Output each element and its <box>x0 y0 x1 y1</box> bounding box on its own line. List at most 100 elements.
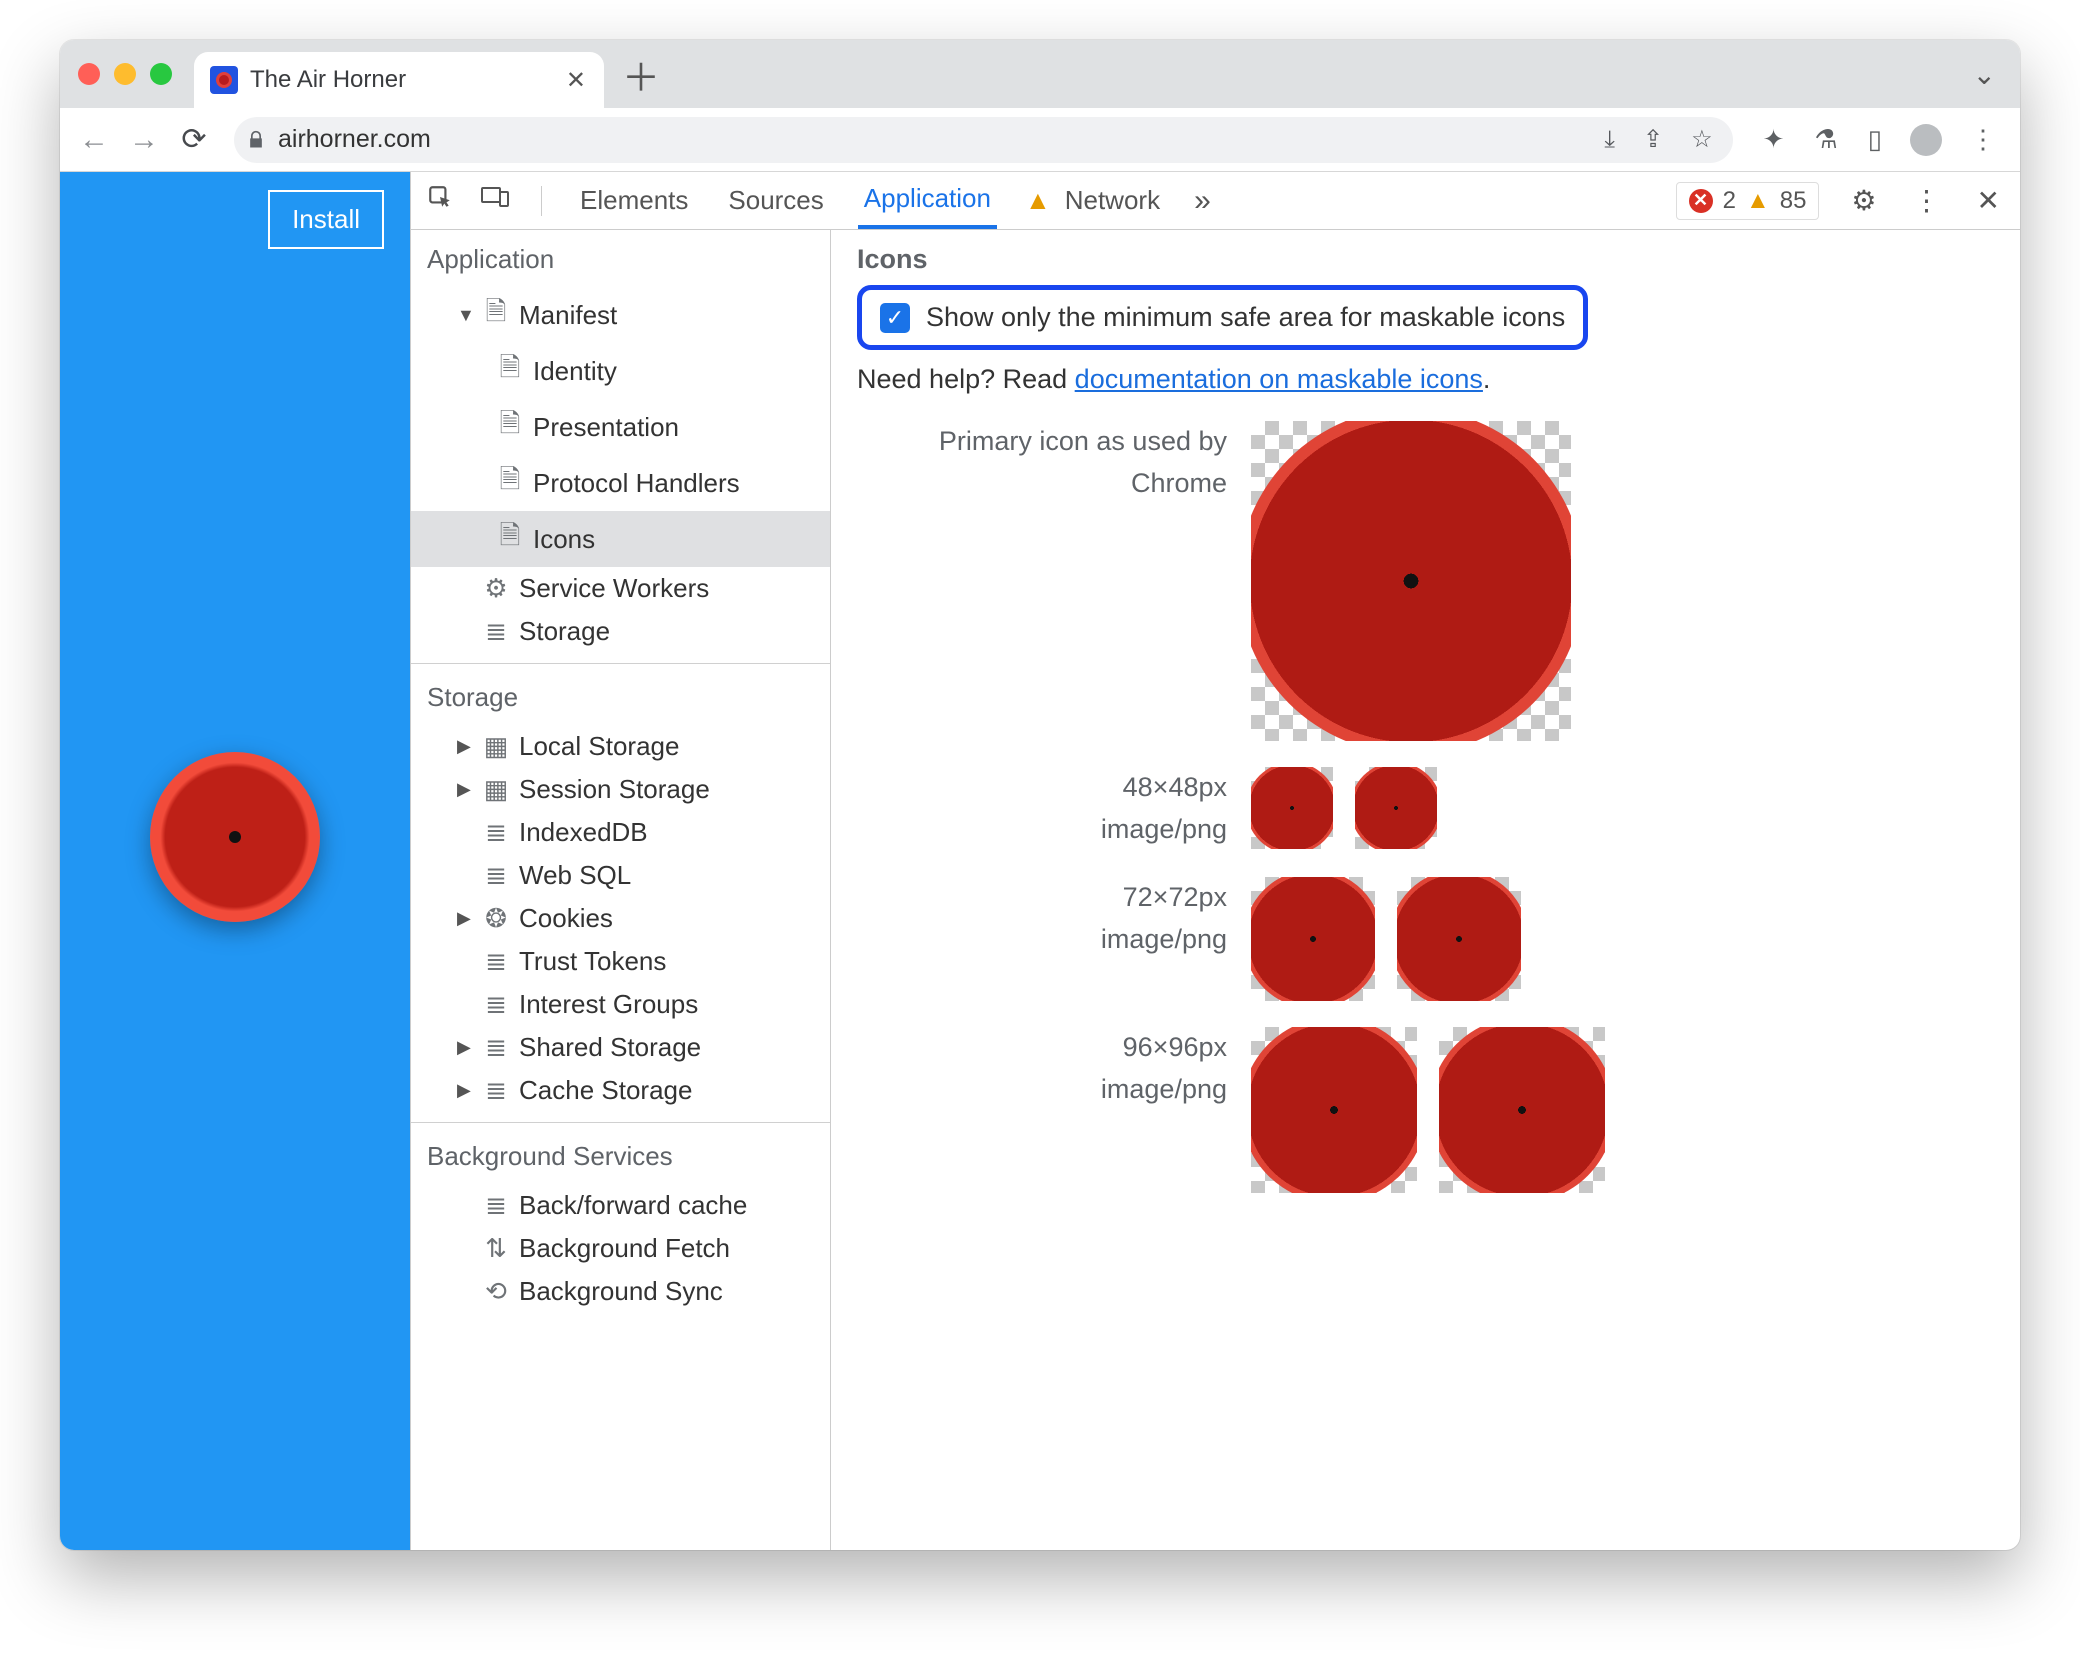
icon-size-row: 96×96pximage/png <box>857 1027 1994 1193</box>
airhorn-button[interactable] <box>150 752 320 922</box>
sidebar-item-web-sql[interactable]: ≣Web SQL <box>411 854 830 897</box>
sidebar-item-identity[interactable]: 🗎Identity <box>411 343 830 399</box>
application-sidebar: Application ▼🗎Manifest 🗎Identity 🗎Presen… <box>411 230 831 1550</box>
warning-icon: ▲ <box>1025 185 1051 216</box>
table-icon: ▦ <box>483 774 509 805</box>
checkbox-checked-icon[interactable]: ✓ <box>880 303 910 333</box>
sidebar-item-background-sync[interactable]: ⟲Background Sync <box>411 1270 830 1313</box>
sidebar-item-local-storage[interactable]: ▶▦Local Storage <box>411 725 830 768</box>
device-toolbar-icon[interactable] <box>481 184 509 217</box>
file-icon: 🗎 <box>497 461 523 505</box>
profile-avatar[interactable] <box>1910 124 1942 156</box>
checkbox-label: Show only the minimum safe area for mask… <box>926 302 1565 333</box>
icon-preview <box>1251 767 1333 849</box>
reload-button[interactable]: ⟳ <box>174 122 214 157</box>
devtools-menu-icon[interactable]: ⋮ <box>1909 184 1945 217</box>
cookie-icon: ❂ <box>483 903 509 934</box>
sidebar-item-cookies[interactable]: ▶❂Cookies <box>411 897 830 940</box>
file-icon: 🗎 <box>497 349 523 393</box>
gear-icon: ⚙ <box>483 573 509 604</box>
file-icon: 🗎 <box>497 405 523 449</box>
sidebar-header-storage: Storage <box>411 668 830 725</box>
transfer-icon: ⇅ <box>483 1233 509 1264</box>
labs-icon[interactable]: ⚗ <box>1804 124 1847 155</box>
favicon-icon <box>210 66 238 94</box>
forward-button[interactable]: → <box>124 123 164 157</box>
new-tab-button[interactable]: ＋ <box>622 47 660 102</box>
install-button[interactable]: Install <box>268 190 384 249</box>
error-icon: ✕ <box>1689 189 1713 213</box>
install-app-icon[interactable]: ⤓ <box>1596 126 1623 154</box>
icon-size-row: 72×72pximage/png <box>857 877 1994 1001</box>
tab-application[interactable]: Application <box>858 172 997 229</box>
error-count: 2 <box>1723 187 1736 215</box>
tab-list-button[interactable]: ⌄ <box>1973 58 1996 91</box>
inspect-icon[interactable] <box>427 184 453 217</box>
sidebar-item-interest-groups[interactable]: ≣Interest Groups <box>411 983 830 1026</box>
sidebar-item-session-storage[interactable]: ▶▦Session Storage <box>411 768 830 811</box>
file-icon: 🗎 <box>483 293 509 337</box>
warning-count: 85 <box>1780 187 1807 215</box>
page-content: Install <box>60 172 410 1550</box>
back-button[interactable]: ← <box>74 123 114 157</box>
icon-preview <box>1251 877 1375 1001</box>
help-link[interactable]: documentation on maskable icons <box>1075 364 1483 394</box>
database-icon: ≣ <box>483 1190 509 1221</box>
sidebar-item-storage[interactable]: ≣Storage <box>411 610 830 653</box>
window-traffic-lights <box>78 63 172 85</box>
tab-network[interactable]: Network <box>1059 174 1166 227</box>
icon-preview <box>1439 1027 1605 1193</box>
database-icon: ≣ <box>483 946 509 977</box>
zoom-window-button[interactable] <box>150 63 172 85</box>
devtools-tab-strip: Elements Sources Application ▲ Network »… <box>411 172 2020 230</box>
sidebar-item-indexeddb[interactable]: ≣IndexedDB <box>411 811 830 854</box>
database-icon: ≣ <box>483 616 509 647</box>
toolbar: ← → ⟳ airhorner.com ⤓ ⇪ ☆ ✦ ⚗ ▯ ⋮ <box>60 108 2020 172</box>
database-icon: ≣ <box>483 817 509 848</box>
sidebar-item-manifest[interactable]: ▼🗎Manifest <box>411 287 830 343</box>
warn-icon: ▲ <box>1746 187 1770 215</box>
bookmark-icon[interactable]: ☆ <box>1683 125 1721 154</box>
icons-panel: Icons ✓ Show only the minimum safe area … <box>831 230 2020 1550</box>
close-window-button[interactable] <box>78 63 100 85</box>
database-icon: ≣ <box>483 1032 509 1063</box>
sidebar-item-bfcache[interactable]: ≣Back/forward cache <box>411 1184 830 1227</box>
primary-icon-row: Primary icon as used by Chrome <box>857 421 1994 741</box>
tab-elements[interactable]: Elements <box>574 174 694 227</box>
more-tabs-icon[interactable]: » <box>1194 184 1211 218</box>
browser-tab[interactable]: The Air Horner ✕ <box>194 52 604 108</box>
chrome-menu-icon[interactable]: ⋮ <box>1960 124 2006 155</box>
side-panel-icon[interactable]: ▯ <box>1858 124 1892 155</box>
file-icon: 🗎 <box>497 517 523 561</box>
close-tab-icon[interactable]: ✕ <box>566 66 586 95</box>
sidebar-item-trust-tokens[interactable]: ≣Trust Tokens <box>411 940 830 983</box>
icon-size-row: 48×48pximage/png <box>857 767 1994 851</box>
table-icon: ▦ <box>483 731 509 762</box>
icon-preview <box>1251 421 1571 741</box>
sync-icon: ⟲ <box>483 1276 509 1307</box>
database-icon: ≣ <box>483 989 509 1020</box>
url-text: airhorner.com <box>278 125 431 154</box>
sidebar-item-shared-storage[interactable]: ▶≣Shared Storage <box>411 1026 830 1069</box>
share-icon[interactable]: ⇪ <box>1635 125 1671 154</box>
sidebar-item-presentation[interactable]: 🗎Presentation <box>411 399 830 455</box>
sidebar-header-application: Application <box>411 230 830 287</box>
minimize-window-button[interactable] <box>114 63 136 85</box>
extensions-icon[interactable]: ✦ <box>1753 124 1795 155</box>
address-bar[interactable]: airhorner.com ⤓ ⇪ ☆ <box>234 117 1733 163</box>
issues-badge[interactable]: ✕ 2 ▲ 85 <box>1676 182 1820 220</box>
lock-icon[interactable] <box>246 128 266 152</box>
sidebar-item-icons[interactable]: 🗎Icons <box>411 511 830 567</box>
maskable-checkbox-row[interactable]: ✓ Show only the minimum safe area for ma… <box>857 285 1588 350</box>
sidebar-item-protocol-handlers[interactable]: 🗎Protocol Handlers <box>411 455 830 511</box>
close-devtools-icon[interactable]: ✕ <box>1973 184 2004 217</box>
sidebar-item-background-fetch[interactable]: ⇅Background Fetch <box>411 1227 830 1270</box>
panel-title: Icons <box>857 244 1994 275</box>
sidebar-item-service-workers[interactable]: ⚙Service Workers <box>411 567 830 610</box>
settings-icon[interactable]: ⚙ <box>1847 184 1880 217</box>
tab-sources[interactable]: Sources <box>722 174 829 227</box>
sidebar-item-cache-storage[interactable]: ▶≣Cache Storage <box>411 1069 830 1112</box>
icon-preview <box>1397 877 1521 1001</box>
database-icon: ≣ <box>483 1075 509 1106</box>
help-text: Need help? Read documentation on maskabl… <box>857 364 1994 395</box>
